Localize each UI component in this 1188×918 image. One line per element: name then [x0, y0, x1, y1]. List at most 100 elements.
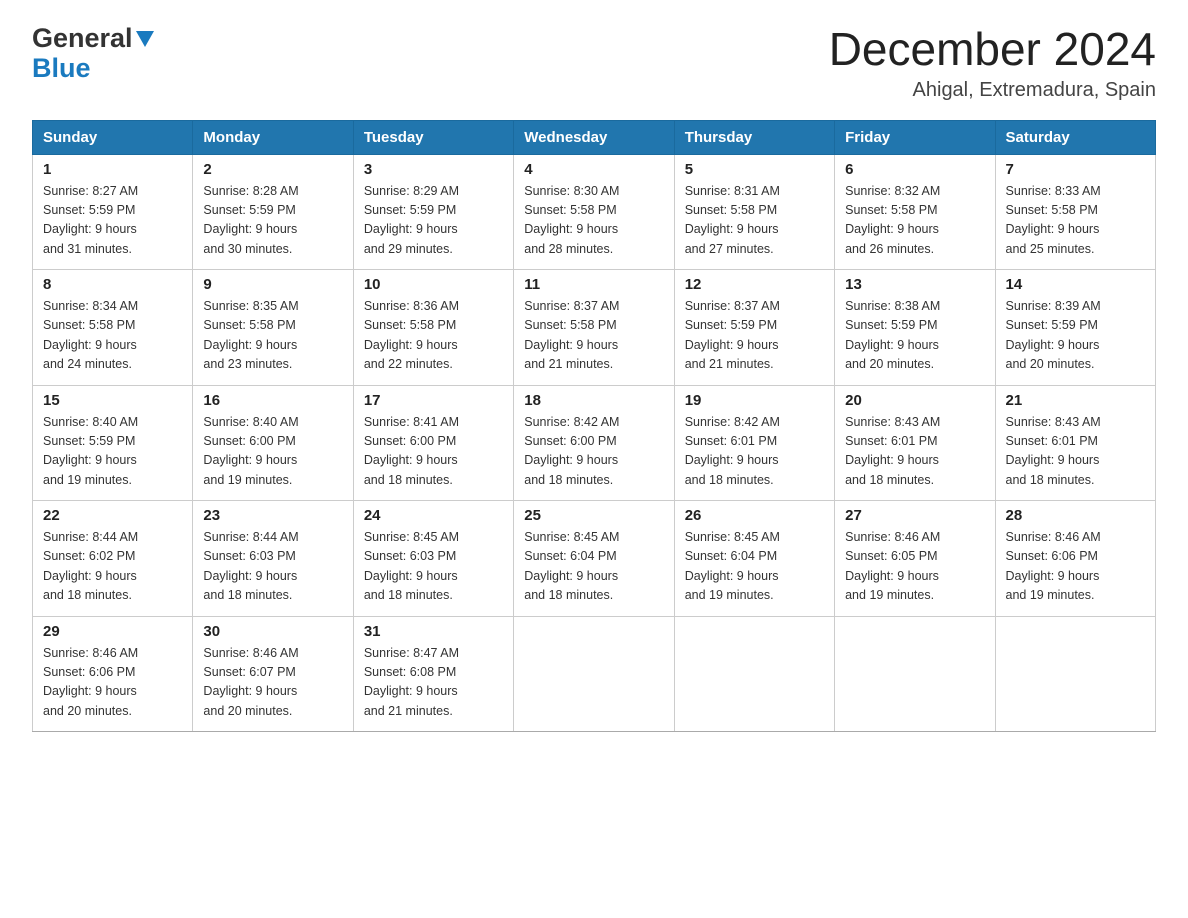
day-info: Sunrise: 8:42 AM Sunset: 6:01 PM Dayligh… — [685, 413, 824, 491]
day-info: Sunrise: 8:44 AM Sunset: 6:03 PM Dayligh… — [203, 528, 342, 606]
day-number: 11 — [524, 276, 663, 293]
calendar-day-cell: 17 Sunrise: 8:41 AM Sunset: 6:00 PM Dayl… — [353, 385, 513, 501]
day-number: 30 — [203, 623, 342, 640]
calendar-week-row: 22 Sunrise: 8:44 AM Sunset: 6:02 PM Dayl… — [33, 501, 1156, 617]
day-info: Sunrise: 8:46 AM Sunset: 6:06 PM Dayligh… — [1006, 528, 1145, 606]
day-number: 15 — [43, 392, 182, 409]
day-number: 16 — [203, 392, 342, 409]
day-number: 14 — [1006, 276, 1145, 293]
day-info: Sunrise: 8:43 AM Sunset: 6:01 PM Dayligh… — [1006, 413, 1145, 491]
calendar-day-cell: 9 Sunrise: 8:35 AM Sunset: 5:58 PM Dayli… — [193, 270, 353, 386]
calendar-week-row: 1 Sunrise: 8:27 AM Sunset: 5:59 PM Dayli… — [33, 154, 1156, 270]
day-info: Sunrise: 8:35 AM Sunset: 5:58 PM Dayligh… — [203, 297, 342, 375]
calendar-day-cell: 16 Sunrise: 8:40 AM Sunset: 6:00 PM Dayl… — [193, 385, 353, 501]
day-info: Sunrise: 8:40 AM Sunset: 5:59 PM Dayligh… — [43, 413, 182, 491]
calendar-day-cell: 20 Sunrise: 8:43 AM Sunset: 6:01 PM Dayl… — [835, 385, 995, 501]
day-number: 17 — [364, 392, 503, 409]
calendar-day-cell: 18 Sunrise: 8:42 AM Sunset: 6:00 PM Dayl… — [514, 385, 674, 501]
day-number: 21 — [1006, 392, 1145, 409]
day-info: Sunrise: 8:46 AM Sunset: 6:07 PM Dayligh… — [203, 644, 342, 722]
logo: General Blue — [32, 24, 154, 83]
day-info: Sunrise: 8:39 AM Sunset: 5:59 PM Dayligh… — [1006, 297, 1145, 375]
day-number: 10 — [364, 276, 503, 293]
day-number: 25 — [524, 507, 663, 524]
calendar-week-row: 8 Sunrise: 8:34 AM Sunset: 5:58 PM Dayli… — [33, 270, 1156, 386]
calendar-day-cell: 24 Sunrise: 8:45 AM Sunset: 6:03 PM Dayl… — [353, 501, 513, 617]
day-number: 9 — [203, 276, 342, 293]
calendar-day-cell: 6 Sunrise: 8:32 AM Sunset: 5:58 PM Dayli… — [835, 154, 995, 270]
calendar-day-cell: 19 Sunrise: 8:42 AM Sunset: 6:01 PM Dayl… — [674, 385, 834, 501]
day-info: Sunrise: 8:32 AM Sunset: 5:58 PM Dayligh… — [845, 182, 984, 260]
day-number: 8 — [43, 276, 182, 293]
day-info: Sunrise: 8:37 AM Sunset: 5:59 PM Dayligh… — [685, 297, 824, 375]
day-info: Sunrise: 8:44 AM Sunset: 6:02 PM Dayligh… — [43, 528, 182, 606]
day-info: Sunrise: 8:47 AM Sunset: 6:08 PM Dayligh… — [364, 644, 503, 722]
calendar-day-cell: 26 Sunrise: 8:45 AM Sunset: 6:04 PM Dayl… — [674, 501, 834, 617]
header-monday: Monday — [193, 120, 353, 154]
calendar-day-cell: 25 Sunrise: 8:45 AM Sunset: 6:04 PM Dayl… — [514, 501, 674, 617]
day-number: 26 — [685, 507, 824, 524]
calendar-day-cell: 28 Sunrise: 8:46 AM Sunset: 6:06 PM Dayl… — [995, 501, 1155, 617]
calendar-day-cell: 31 Sunrise: 8:47 AM Sunset: 6:08 PM Dayl… — [353, 616, 513, 732]
day-info: Sunrise: 8:31 AM Sunset: 5:58 PM Dayligh… — [685, 182, 824, 260]
calendar-week-row: 29 Sunrise: 8:46 AM Sunset: 6:06 PM Dayl… — [33, 616, 1156, 732]
day-number: 29 — [43, 623, 182, 640]
calendar-day-cell: 5 Sunrise: 8:31 AM Sunset: 5:58 PM Dayli… — [674, 154, 834, 270]
day-info: Sunrise: 8:36 AM Sunset: 5:58 PM Dayligh… — [364, 297, 503, 375]
calendar-day-cell: 11 Sunrise: 8:37 AM Sunset: 5:58 PM Dayl… — [514, 270, 674, 386]
day-number: 12 — [685, 276, 824, 293]
logo-blue-text: Blue — [32, 54, 154, 84]
day-info: Sunrise: 8:45 AM Sunset: 6:04 PM Dayligh… — [524, 528, 663, 606]
calendar-day-cell: 12 Sunrise: 8:37 AM Sunset: 5:59 PM Dayl… — [674, 270, 834, 386]
logo-general-text: General — [32, 24, 154, 54]
day-number: 3 — [364, 161, 503, 178]
day-number: 28 — [1006, 507, 1145, 524]
day-info: Sunrise: 8:41 AM Sunset: 6:00 PM Dayligh… — [364, 413, 503, 491]
calendar-day-cell: 22 Sunrise: 8:44 AM Sunset: 6:02 PM Dayl… — [33, 501, 193, 617]
day-number: 13 — [845, 276, 984, 293]
day-info: Sunrise: 8:46 AM Sunset: 6:05 PM Dayligh… — [845, 528, 984, 606]
header-saturday: Saturday — [995, 120, 1155, 154]
day-info: Sunrise: 8:28 AM Sunset: 5:59 PM Dayligh… — [203, 182, 342, 260]
day-number: 6 — [845, 161, 984, 178]
day-number: 20 — [845, 392, 984, 409]
month-year-title: December 2024 — [829, 24, 1156, 75]
calendar-day-cell: 21 Sunrise: 8:43 AM Sunset: 6:01 PM Dayl… — [995, 385, 1155, 501]
day-info: Sunrise: 8:38 AM Sunset: 5:59 PM Dayligh… — [845, 297, 984, 375]
calendar-day-cell: 1 Sunrise: 8:27 AM Sunset: 5:59 PM Dayli… — [33, 154, 193, 270]
calendar-week-row: 15 Sunrise: 8:40 AM Sunset: 5:59 PM Dayl… — [33, 385, 1156, 501]
header-friday: Friday — [835, 120, 995, 154]
calendar-day-cell: 14 Sunrise: 8:39 AM Sunset: 5:59 PM Dayl… — [995, 270, 1155, 386]
calendar-day-cell: 3 Sunrise: 8:29 AM Sunset: 5:59 PM Dayli… — [353, 154, 513, 270]
calendar-day-cell: 13 Sunrise: 8:38 AM Sunset: 5:59 PM Dayl… — [835, 270, 995, 386]
day-info: Sunrise: 8:29 AM Sunset: 5:59 PM Dayligh… — [364, 182, 503, 260]
calendar-day-cell: 29 Sunrise: 8:46 AM Sunset: 6:06 PM Dayl… — [33, 616, 193, 732]
calendar-day-cell — [674, 616, 834, 732]
day-number: 2 — [203, 161, 342, 178]
calendar-day-cell: 10 Sunrise: 8:36 AM Sunset: 5:58 PM Dayl… — [353, 270, 513, 386]
weekday-header-row: Sunday Monday Tuesday Wednesday Thursday… — [33, 120, 1156, 154]
calendar-day-cell: 15 Sunrise: 8:40 AM Sunset: 5:59 PM Dayl… — [33, 385, 193, 501]
calendar-table: Sunday Monday Tuesday Wednesday Thursday… — [32, 120, 1156, 733]
calendar-day-cell: 7 Sunrise: 8:33 AM Sunset: 5:58 PM Dayli… — [995, 154, 1155, 270]
day-info: Sunrise: 8:45 AM Sunset: 6:03 PM Dayligh… — [364, 528, 503, 606]
calendar-day-cell — [835, 616, 995, 732]
day-info: Sunrise: 8:40 AM Sunset: 6:00 PM Dayligh… — [203, 413, 342, 491]
day-info: Sunrise: 8:43 AM Sunset: 6:01 PM Dayligh… — [845, 413, 984, 491]
day-info: Sunrise: 8:34 AM Sunset: 5:58 PM Dayligh… — [43, 297, 182, 375]
day-info: Sunrise: 8:42 AM Sunset: 6:00 PM Dayligh… — [524, 413, 663, 491]
header-thursday: Thursday — [674, 120, 834, 154]
day-info: Sunrise: 8:37 AM Sunset: 5:58 PM Dayligh… — [524, 297, 663, 375]
header-sunday: Sunday — [33, 120, 193, 154]
calendar-day-cell — [514, 616, 674, 732]
calendar-day-cell: 23 Sunrise: 8:44 AM Sunset: 6:03 PM Dayl… — [193, 501, 353, 617]
day-number: 23 — [203, 507, 342, 524]
calendar-day-cell: 8 Sunrise: 8:34 AM Sunset: 5:58 PM Dayli… — [33, 270, 193, 386]
day-number: 5 — [685, 161, 824, 178]
day-number: 31 — [364, 623, 503, 640]
day-info: Sunrise: 8:33 AM Sunset: 5:58 PM Dayligh… — [1006, 182, 1145, 260]
calendar-day-cell: 4 Sunrise: 8:30 AM Sunset: 5:58 PM Dayli… — [514, 154, 674, 270]
day-number: 19 — [685, 392, 824, 409]
calendar-day-cell: 30 Sunrise: 8:46 AM Sunset: 6:07 PM Dayl… — [193, 616, 353, 732]
calendar-day-cell: 27 Sunrise: 8:46 AM Sunset: 6:05 PM Dayl… — [835, 501, 995, 617]
